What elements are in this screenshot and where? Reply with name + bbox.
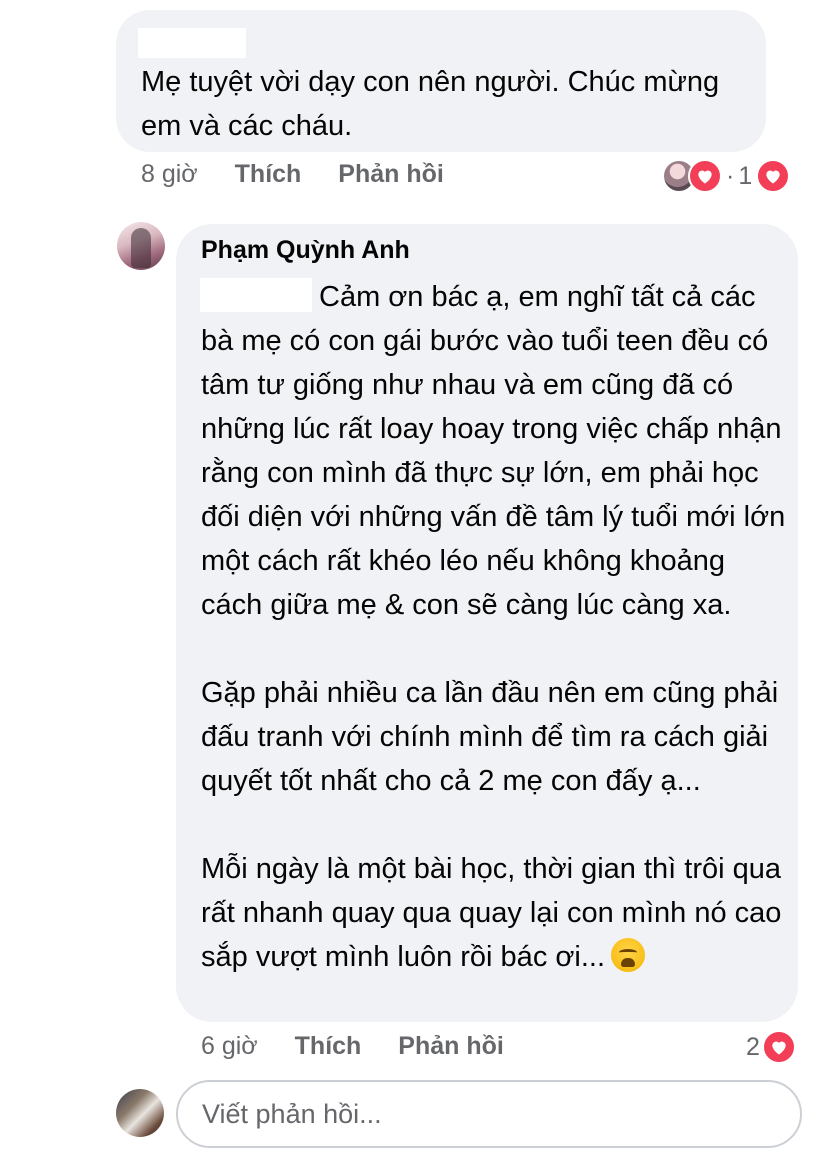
heart-reaction-icon [761,1030,796,1064]
reply-button[interactable]: Phản hồi [338,160,444,188]
reactions-summary[interactable]: 2 [746,1030,796,1064]
comment-text: Mẹ tuyệt vời dạy con nên người. Chúc mừn… [141,66,720,142]
like-button[interactable]: Thích [235,160,302,188]
comment-actions: 8 giờ Thích Phản hồi [141,160,444,189]
reply-button[interactable]: Phản hồi [398,1032,504,1060]
reply-text: Cảm ơn bác ạ, em nghĩ tất cả các bà mẹ c… [201,275,787,979]
comment-time: 8 giờ [141,160,198,188]
comment-thread: Mẹ tuyệt vời dạy con nên người. Chúc mừn… [0,0,828,1166]
heart-reaction-icon [688,159,722,193]
reaction-count: 2 [746,1032,760,1061]
reply-paragraph: Mỗi ngày là một bài học, thời gian thì t… [201,853,782,973]
current-user-avatar [116,1089,164,1137]
redacted-name [138,28,246,58]
reply-time: 6 giờ [201,1032,258,1060]
weary-face-icon [611,938,646,972]
heart-reaction-icon [756,159,791,193]
author-avatar[interactable] [117,222,165,270]
reply-actions: 6 giờ Thích Phản hồi [201,1032,504,1061]
reply-paragraph: Cảm ơn bác ạ, em nghĩ tất cả các bà mẹ c… [201,281,786,621]
reply-paragraph: Gặp phải nhiều ca lần đầu nên em cũng ph… [201,677,779,797]
reaction-count: 1 [738,161,753,190]
reactions-summary[interactable]: · 1 [662,158,791,194]
reply-input[interactable] [176,1080,802,1148]
like-button[interactable]: Thích [295,1032,362,1060]
author-name[interactable]: Phạm Quỳnh Anh [201,236,410,265]
reaction-separator: · [726,161,735,190]
